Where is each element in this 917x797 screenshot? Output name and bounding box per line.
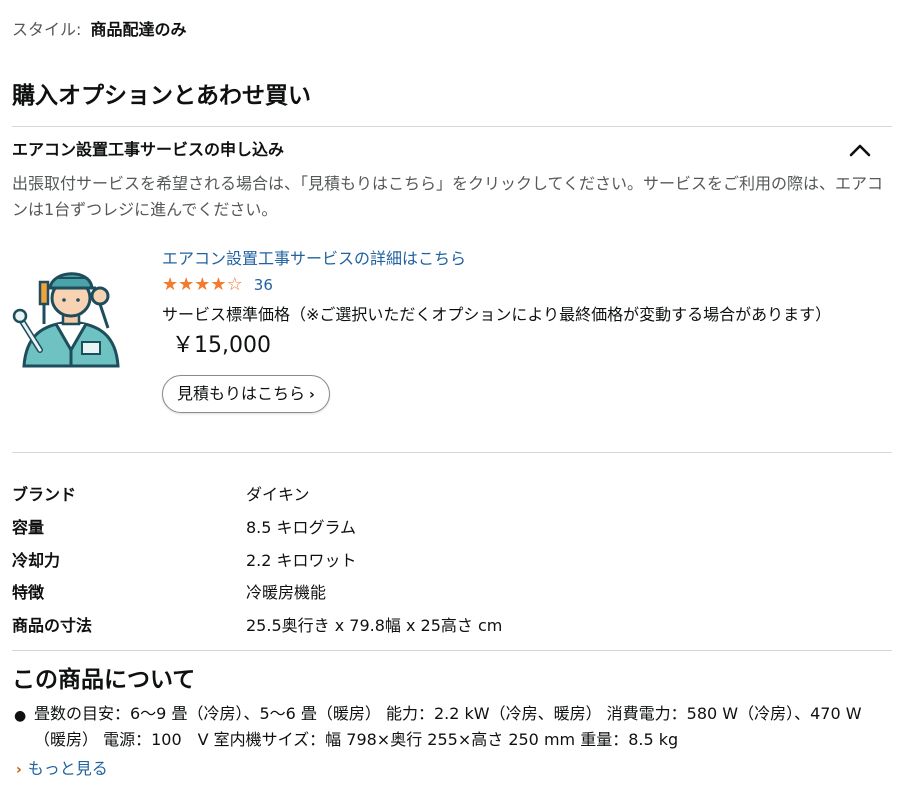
- spec-key: 商品の寸法: [12, 616, 93, 635]
- spec-value: ダイキン: [246, 485, 310, 504]
- service-price: ￥15,000: [172, 333, 271, 358]
- about-bullet-text: 畳数の目安：6～9 畳（冷房）、5～6 畳（暖房） 能力：2.2 kW（冷房、暖…: [34, 704, 862, 749]
- price-block: サービス標準価格（※ご選択いただくオプションにより最終価格が変動する場合がありま…: [162, 299, 882, 362]
- bullet-icon: ●: [14, 708, 27, 724]
- spec-key: 特徴: [12, 583, 45, 602]
- chevron-up-icon[interactable]: [846, 138, 874, 162]
- chevron-right-icon: ›: [309, 387, 315, 403]
- divider: [12, 452, 892, 453]
- divider: [12, 126, 892, 127]
- chevron-right-icon: ›: [16, 762, 22, 778]
- style-label: スタイル:: [12, 20, 82, 39]
- price-note: サービス標準価格（※ご選択いただくオプションにより最終価格が変動する場合がありま…: [162, 305, 832, 324]
- quote-button[interactable]: 見積もりはこちら ›: [162, 375, 330, 413]
- accordion-description: 出張取付サービスを希望される場合は、「見積もりはこちら」をクリックしてください。…: [12, 174, 884, 219]
- installer-illustration: [12, 258, 130, 370]
- accordion-title[interactable]: エアコン設置工事サービスの申し込み: [12, 138, 284, 162]
- divider: [12, 650, 892, 651]
- quote-button-label: 見積もりはこちら: [177, 384, 306, 403]
- spec-key: ブランド: [12, 485, 77, 504]
- options-section-title: 購入オプションとあわせ買い: [12, 83, 311, 109]
- spec-key: 容量: [12, 518, 45, 537]
- spec-value: 8.5 キログラム: [246, 518, 357, 537]
- star-empty-icon: ☆: [226, 274, 243, 295]
- spec-value: 25.5奥行き x 79.8幅 x 25高さ cm: [246, 616, 503, 635]
- style-value: 商品配達のみ: [90, 20, 187, 39]
- star-full-icon: ★: [162, 274, 179, 295]
- style-row: スタイル: 商品配達のみ: [12, 18, 187, 42]
- rating-stars[interactable]: ★★★★☆: [162, 273, 243, 297]
- about-title: この商品について: [12, 667, 196, 693]
- rating-count[interactable]: 36: [254, 273, 273, 297]
- rating-row[interactable]: ★★★★☆ 36: [162, 273, 273, 297]
- service-details-link[interactable]: エアコン設置工事サービスの詳細はこちら: [162, 247, 466, 271]
- star-full-icon: ★: [194, 274, 211, 295]
- see-more-label: もっと見る: [27, 759, 108, 778]
- see-more-link[interactable]: › もっと見る: [16, 757, 108, 782]
- spec-key: 冷却力: [12, 551, 61, 570]
- spec-value: 2.2 キロワット: [246, 551, 357, 570]
- star-full-icon: ★: [210, 274, 227, 295]
- star-full-icon: ★: [178, 274, 195, 295]
- spec-value: 冷暖房機能: [246, 583, 327, 602]
